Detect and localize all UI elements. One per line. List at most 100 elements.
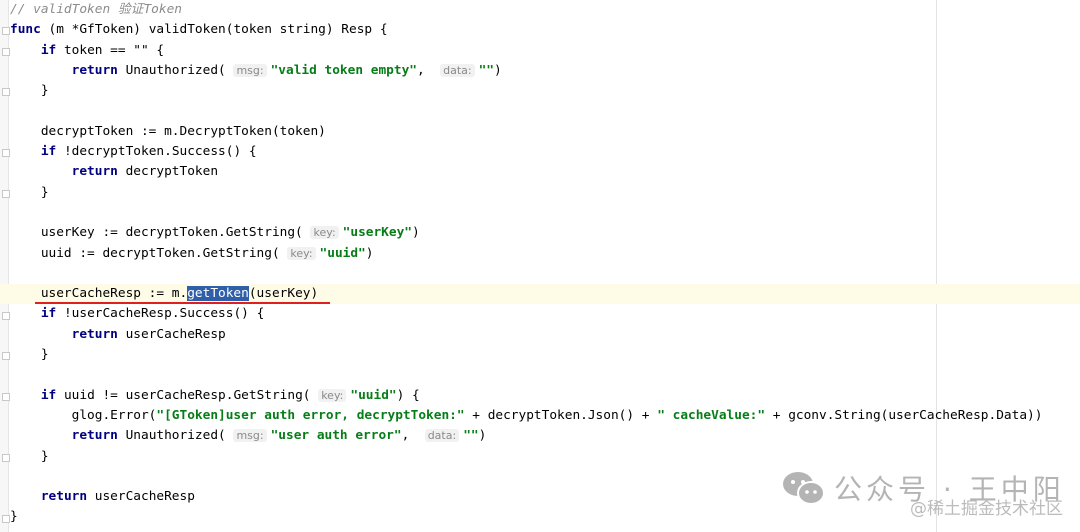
- code-token: "uuid": [319, 245, 366, 261]
- code-token: return: [71, 62, 118, 78]
- parameter-hint: key:: [310, 226, 339, 240]
- fold-marker-icon[interactable]: [2, 189, 10, 198]
- code-token: }: [10, 509, 18, 525]
- code-line[interactable]: decryptToken := m.DecryptToken(token): [10, 122, 1080, 142]
- code-token: }: [10, 83, 49, 99]
- code-token: Unauthorized(: [117, 428, 234, 444]
- watermark: 公众号 · 王中阳 @稀土掘金技术社区: [782, 468, 1065, 519]
- watermark-subtitle: @稀土掘金技术社区: [910, 499, 1063, 519]
- code-token: "": [463, 428, 479, 444]
- fold-marker-icon[interactable]: [2, 514, 10, 523]
- code-line[interactable]: if token == "" {: [10, 41, 1080, 61]
- fold-marker-icon[interactable]: [2, 88, 10, 97]
- code-line[interactable]: return Unauthorized( msg: "valid token em…: [10, 61, 1080, 81]
- selected-text: getToken: [187, 286, 249, 302]
- code-token: uuid := decryptToken.GetString(: [10, 245, 288, 261]
- code-token: return: [71, 164, 118, 180]
- code-line[interactable]: if !userCacheResp.Success() {: [10, 304, 1080, 324]
- code-token: + gconv.String(userCacheResp.Data)): [765, 407, 1043, 423]
- red-underline-annotation: [35, 302, 330, 304]
- editor-gutter: [0, 0, 9, 532]
- parameter-hint: data:: [424, 429, 460, 443]
- code-token: }: [10, 184, 49, 200]
- code-token: + decryptToken.Json() +: [464, 407, 658, 423]
- code-token: (m *GfToken) validToken(token string) Re…: [40, 22, 388, 38]
- code-editor[interactable]: // validToken 验证Token func (m *GfToken) v…: [0, 0, 1080, 528]
- code-line[interactable]: [10, 203, 1080, 223]
- code-token: "userKey": [342, 225, 412, 241]
- code-token: }: [10, 448, 49, 464]
- code-token: uuid != userCacheResp.GetString(: [56, 387, 319, 403]
- code-line[interactable]: }: [10, 447, 1080, 467]
- code-token: "uuid": [350, 387, 397, 403]
- code-token: "valid token empty": [270, 62, 417, 78]
- code-token: ) {: [396, 387, 420, 403]
- code-line[interactable]: }: [10, 81, 1080, 101]
- code-token: ): [494, 62, 502, 78]
- parameter-hint: msg:: [233, 63, 267, 77]
- code-token: // validToken 验证Token: [10, 2, 182, 17]
- code-token: token == "" {: [56, 42, 165, 58]
- code-line[interactable]: return decryptToken: [10, 162, 1080, 182]
- code-token: func: [10, 22, 41, 38]
- parameter-hint: data:: [440, 63, 475, 77]
- fold-marker-icon[interactable]: [2, 149, 10, 158]
- fold-marker-icon[interactable]: [2, 392, 10, 401]
- code-token: ): [365, 245, 374, 261]
- fold-marker-icon[interactable]: [2, 27, 10, 36]
- code-token: userCacheResp: [117, 326, 226, 342]
- parameter-hint: key:: [318, 388, 347, 402]
- fold-marker-icon[interactable]: [2, 453, 10, 462]
- code-line[interactable]: func (m *GfToken) validToken(token strin…: [10, 20, 1080, 40]
- code-token: userCacheResp: [87, 489, 195, 505]
- code-token: ,: [401, 428, 425, 444]
- code-line[interactable]: glog.Error("[GToken]user auth error, dec…: [10, 406, 1080, 426]
- code-token: return: [71, 428, 118, 444]
- code-token: ): [412, 225, 420, 241]
- code-token: userCacheResp := m.: [10, 286, 188, 302]
- code-line[interactable]: uuid := decryptToken.GetString( key: "uui…: [10, 244, 1080, 264]
- code-token: return: [71, 326, 118, 342]
- code-token: decryptToken := m.DecryptToken(token): [10, 123, 326, 139]
- code-line[interactable]: [10, 101, 1080, 121]
- parameter-hint: msg:: [233, 429, 267, 443]
- code-line[interactable]: }: [10, 345, 1080, 365]
- code-line[interactable]: if !decryptToken.Success() {: [10, 142, 1080, 162]
- code-line[interactable]: userKey := decryptToken.GetString( key: "…: [10, 223, 1080, 243]
- code-token: (userKey): [248, 286, 319, 302]
- code-token: "user auth error": [270, 428, 402, 444]
- fold-marker-icon[interactable]: [2, 352, 10, 361]
- code-token: }: [10, 347, 49, 363]
- code-token: decryptToken: [117, 164, 219, 180]
- code-token: !decryptToken.Success() {: [56, 144, 257, 160]
- code-line[interactable]: // validToken 验证Token: [10, 0, 1080, 20]
- code-token: " cacheValue:": [657, 407, 766, 423]
- code-token: !userCacheResp.Success() {: [56, 306, 265, 322]
- fold-marker-icon[interactable]: [2, 311, 10, 320]
- code-line[interactable]: [10, 264, 1080, 284]
- code-line[interactable]: [10, 365, 1080, 385]
- code-line[interactable]: if uuid != userCacheResp.GetString( key:…: [10, 386, 1080, 406]
- code-line[interactable]: return Unauthorized( msg: "user auth erro…: [10, 426, 1080, 446]
- code-token: if: [40, 42, 57, 58]
- code-token: if: [40, 144, 57, 160]
- code-line[interactable]: }: [10, 183, 1080, 203]
- parameter-hint: key:: [287, 246, 316, 260]
- code-token: if: [40, 387, 57, 403]
- code-token: glog.Error(: [10, 407, 157, 423]
- code-token: ): [478, 428, 487, 444]
- fold-marker-icon[interactable]: [2, 47, 10, 56]
- code-token: ,: [416, 62, 441, 78]
- code-token: "[GToken]user auth error, decryptToken:": [156, 407, 465, 423]
- code-line[interactable]: return userCacheResp: [10, 325, 1080, 345]
- code-token: Unauthorized(: [117, 62, 234, 78]
